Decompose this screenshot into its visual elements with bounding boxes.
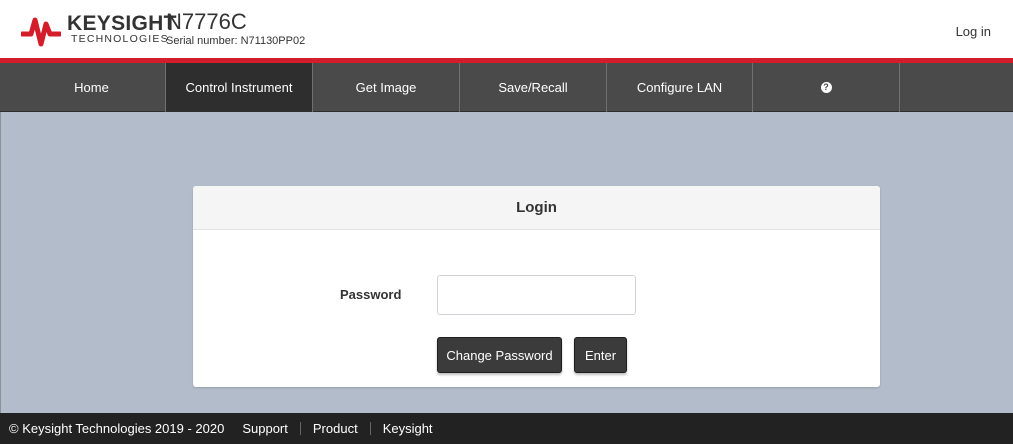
login-title: Login (193, 186, 880, 230)
footer-divider (299, 422, 301, 435)
main-nav: Home Control Instrument Get Image Save/R… (0, 63, 1013, 112)
footer-link-keysight[interactable]: Keysight (383, 421, 433, 436)
footer-copyright: © Keysight Technologies 2019 - 2020 (9, 421, 225, 436)
nav-configure-lan[interactable]: Configure LAN (607, 63, 753, 112)
nav-save-recall[interactable]: Save/Recall (460, 63, 607, 112)
help-icon: ? (820, 82, 832, 93)
nav-home[interactable]: Home (18, 63, 166, 112)
serial-number: Serial number: N71130PP02 (166, 35, 306, 47)
keysight-logo-icon (21, 17, 61, 47)
enter-button[interactable]: Enter (574, 337, 627, 373)
password-label: Password (340, 287, 402, 302)
nav-help[interactable]: ? (753, 63, 900, 112)
footer: © Keysight Technologies 2019 - 2020 Supp… (0, 413, 1013, 444)
log-in-link[interactable]: Log in (956, 24, 991, 39)
footer-divider (369, 422, 371, 435)
nav-get-image[interactable]: Get Image (313, 63, 460, 112)
password-input[interactable] (437, 275, 636, 315)
login-panel: Login Password Change Password Enter (193, 186, 880, 387)
brand: KEYSIGHT TECHNOLOGIES (67, 13, 177, 45)
instrument-model: N7776C (166, 9, 247, 34)
brand-name: KEYSIGHT (67, 12, 177, 35)
nav-control-instrument[interactable]: Control Instrument (166, 63, 313, 112)
footer-link-product[interactable]: Product (313, 421, 358, 436)
footer-link-support[interactable]: Support (242, 421, 288, 436)
change-password-button[interactable]: Change Password (437, 337, 562, 373)
brand-subtitle: TECHNOLOGIES (71, 33, 169, 45)
app-header: KEYSIGHT TECHNOLOGIES N7776C Serial numb… (0, 0, 1013, 58)
